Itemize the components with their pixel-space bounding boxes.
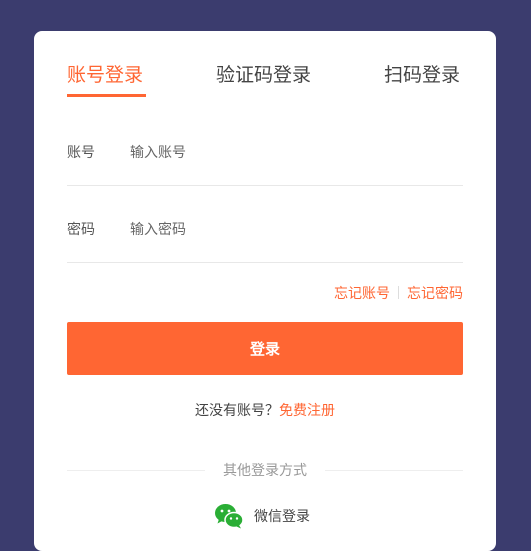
forgot-account-link[interactable]: 忘记账号 bbox=[334, 286, 390, 302]
forgot-links: 忘记账号 忘记密码 bbox=[334, 284, 463, 304]
account-input[interactable] bbox=[130, 141, 460, 165]
register-row: 还没有账号？免费注册 bbox=[34, 401, 496, 421]
tab-account-login[interactable]: 账号登录 bbox=[67, 63, 143, 87]
wechat-icon bbox=[215, 504, 244, 529]
tab-qrcode-login[interactable]: 扫码登录 bbox=[384, 63, 460, 87]
register-prompt: 还没有账号？ bbox=[195, 403, 279, 419]
account-divider bbox=[67, 185, 463, 186]
tab-sms-login[interactable]: 验证码登录 bbox=[216, 63, 311, 87]
active-tab-indicator bbox=[67, 94, 146, 97]
login-button[interactable]: 登录 bbox=[67, 322, 463, 375]
other-login-label: 其他登录方式 bbox=[223, 463, 307, 479]
password-label: 密码 bbox=[67, 222, 95, 238]
forgot-password-link[interactable]: 忘记密码 bbox=[407, 286, 463, 302]
register-link[interactable]: 免费注册 bbox=[279, 403, 335, 419]
login-card: 账号登录 验证码登录 扫码登录 账号 密码 忘记账号 忘记密码 登录 还没有账号？… bbox=[34, 31, 496, 551]
account-label: 账号 bbox=[67, 145, 95, 161]
wechat-login-button[interactable]: 微信登录 bbox=[214, 501, 310, 531]
wechat-login-label: 微信登录 bbox=[254, 509, 310, 525]
link-separator bbox=[398, 286, 399, 299]
password-divider bbox=[67, 262, 463, 263]
password-input[interactable] bbox=[130, 218, 460, 242]
